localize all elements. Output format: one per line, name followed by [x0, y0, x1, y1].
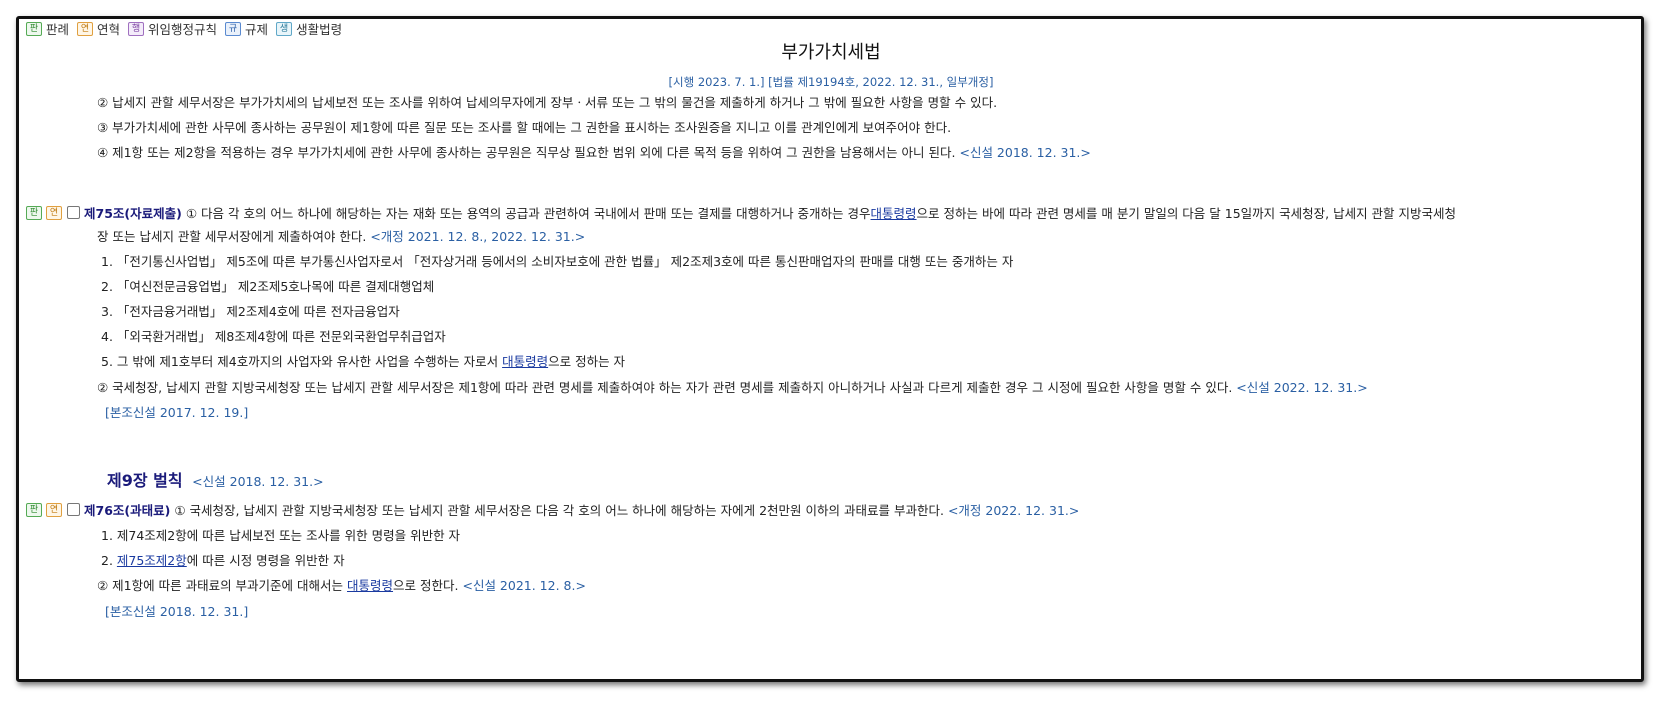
- item-text: 에 따른 시정 명령을 위반한 자: [186, 553, 345, 568]
- art75-item-2: 2. 「여신전문금융업법」 제2조제5호나목에 따른 결제대행업체: [101, 279, 435, 294]
- living-law-icon: 생: [276, 21, 293, 36]
- amendment-note: <신설 2018. 12. 31.>: [959, 145, 1091, 160]
- art76-history-note: [본조신설 2018. 12. 31.]: [105, 604, 249, 619]
- legend-history[interactable]: 연 연혁: [77, 19, 120, 38]
- article-75-2-link[interactable]: 제75조제2항: [117, 553, 187, 568]
- paragraph-text: ② 제1항에 따른 과태료의 부과기준에 대해서는: [97, 578, 344, 593]
- legend-label: 생활법령: [296, 22, 343, 37]
- paragraph-text: 장 또는 납세지 관할 세무서장에게 제출하여야 한다.: [97, 229, 367, 244]
- art75-item-3: 3. 「전자금융거래법」 제2조제4호에 따른 전자금융업자: [101, 304, 400, 319]
- paragraph-text: ① 국세청장, 납세지 관할 지방국세청장 또는 납세지 관할 세무서장은 다음…: [174, 503, 944, 518]
- legend-bar: 판 판례 연 연혁 행 위임행정규칙 규 규제 생 생활법령: [26, 19, 350, 38]
- history-icon[interactable]: 연: [46, 502, 62, 517]
- amendment-note: <신설 2018. 12. 31.>: [192, 474, 324, 489]
- art75-item-4: 4. 「외국환거래법」 제8조제4항에 따른 전문외국환업무취급업자: [101, 329, 446, 344]
- legend-label: 판례: [46, 22, 70, 37]
- presidential-decree-link[interactable]: 대통령령: [871, 203, 917, 222]
- document-subtitle: [시행 2023. 7. 1.] [법률 제19194호, 2022. 12. …: [668, 75, 994, 89]
- art75-paragraph-2: ② 국세청장, 납세지 관할 지방국세청장 또는 납세지 관할 세무서장은 제1…: [97, 377, 1368, 396]
- item-text: 으로 정하는 자: [548, 354, 626, 369]
- art76-item-1: 1. 제74조제2항에 따른 납세보전 또는 조사를 위한 명령을 위반한 자: [101, 528, 461, 543]
- article-title: 제75조(자료제출): [84, 206, 182, 221]
- document-title: 부가가치세법: [781, 42, 881, 63]
- amendment-note: <개정 2021. 12. 8., 2022. 12. 31.>: [370, 229, 586, 244]
- paragraph-text: ④ 제1항 또는 제2항을 적용하는 경우 부가가치세에 관한 사무에 종사하는…: [97, 145, 956, 160]
- item-text: 2.: [101, 553, 117, 568]
- legend-precedent[interactable]: 판 판례: [26, 19, 69, 38]
- legend-living-law[interactable]: 생 생활법령: [276, 19, 342, 38]
- admin-rule-icon: 행: [128, 21, 145, 36]
- art76-paragraph-2: ② 제1항에 따른 과태료의 부과기준에 대해서는 대통령령으로 정한다. <신…: [97, 575, 586, 594]
- presidential-decree-link[interactable]: 대통령령: [347, 578, 393, 593]
- amendment-note: <신설 2022. 12. 31.>: [1236, 380, 1368, 395]
- legend-admin-rules[interactable]: 행 위임행정규칙: [128, 19, 217, 38]
- precedent-icon[interactable]: 판: [26, 205, 42, 220]
- regulation-icon: 규: [225, 21, 242, 36]
- legend-label: 연혁: [97, 22, 121, 37]
- art76-header: 판 연 제76조(과태료) ① 국세청장, 납세지 관할 지방국세청장 또는 납…: [26, 500, 1079, 519]
- item-text: 5. 그 밖에 제1호부터 제4호까지의 사업자와 유사한 사업을 수행하는 자…: [101, 354, 499, 369]
- chapter-title: 제9장 벌칙: [107, 471, 183, 490]
- article-checkbox[interactable]: [67, 206, 80, 219]
- art76-item-2: 2. 제75조제2항에 따른 시정 명령을 위반한 자: [101, 550, 345, 569]
- art75-item-5: 5. 그 밖에 제1호부터 제4호까지의 사업자와 유사한 사업을 수행하는 자…: [101, 351, 625, 370]
- art74-paragraph-2: ② 납세지 관할 세무서장은 부가가치세의 납세보전 또는 조사를 위하여 납세…: [97, 95, 998, 110]
- legend-regulation[interactable]: 규 규제: [225, 19, 268, 38]
- amendment-note: <신설 2021. 12. 8.>: [462, 578, 586, 593]
- history-icon: 연: [77, 21, 94, 36]
- precedent-icon: 판: [26, 21, 42, 36]
- paragraph-text: ② 국세청장, 납세지 관할 지방국세청장 또는 납세지 관할 세무서장은 제1…: [97, 380, 1233, 395]
- legend-label: 규제: [245, 22, 269, 37]
- art75-history-note: [본조신설 2017. 12. 19.]: [105, 405, 249, 420]
- legend-label: 위임행정규칙: [148, 22, 218, 37]
- art75-item-1: 1. 「전기통신사업법」 제5조에 따른 부가통신사업자로서 「전자상거래 등에…: [101, 254, 1014, 269]
- art74-paragraph-3: ③ 부가가치세에 관한 사무에 종사하는 공무원이 제1항에 따른 질문 또는 …: [97, 120, 952, 135]
- article-title: 제76조(과태료): [84, 503, 171, 518]
- chapter-heading: 제9장 벌칙 <신설 2018. 12. 31.>: [107, 467, 324, 491]
- paragraph-text: 으로 정하는 바에 따라 관련 명세를 매 분기 말일의 다음 달 15일까지 …: [916, 206, 1457, 221]
- article-checkbox[interactable]: [67, 503, 80, 516]
- presidential-decree-link[interactable]: 대통령령: [502, 354, 548, 369]
- amendment-note: <개정 2022. 12. 31.>: [947, 503, 1080, 518]
- paragraph-text: ① 다음 각 호의 어느 하나에 해당하는 자는 재화 또는 용역의 공급과 관…: [185, 206, 871, 221]
- history-icon[interactable]: 연: [46, 205, 62, 220]
- art75-header: 판 연 제75조(자료제출) ① 다음 각 호의 어느 하나에 해당하는 자는 …: [26, 203, 1456, 222]
- art75-paragraph-1-cont: 장 또는 납세지 관할 세무서장에게 제출하여야 한다. <개정 2021. 1…: [97, 226, 585, 245]
- paragraph-text: 으로 정한다.: [393, 578, 459, 593]
- art74-paragraph-4: ④ 제1항 또는 제2항을 적용하는 경우 부가가치세에 관한 사무에 종사하는…: [97, 142, 1091, 161]
- precedent-icon[interactable]: 판: [26, 502, 42, 517]
